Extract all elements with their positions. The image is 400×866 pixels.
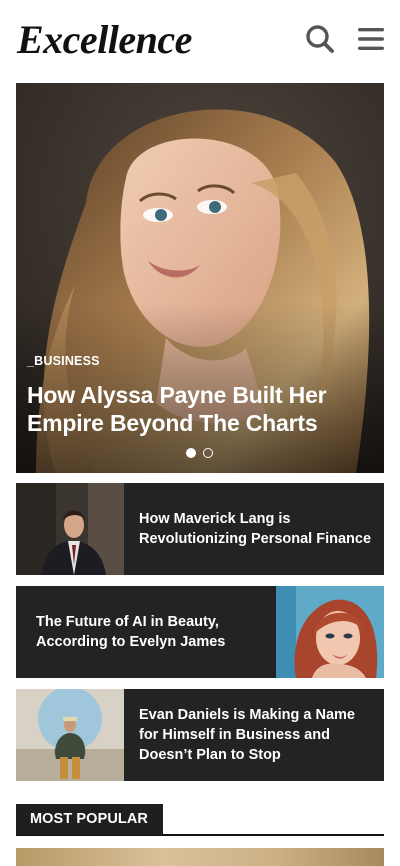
article-thumbnail-1: [16, 483, 124, 575]
article-title-3[interactable]: Evan Daniels is Making a Name for Himsel…: [139, 705, 369, 765]
most-popular-section-header: MOST POPULAR: [16, 804, 384, 836]
article-title-2[interactable]: The Future of AI in Beauty, According to…: [36, 612, 266, 652]
most-popular-label: MOST POPULAR: [16, 804, 163, 835]
hamburger-menu-icon: [358, 28, 384, 50]
article-thumbnail-3: [16, 689, 124, 781]
popular-article-image-peek[interactable]: [16, 848, 384, 866]
search-button[interactable]: [303, 20, 337, 58]
article-thumbnail-2: [276, 586, 384, 678]
carousel-dot-2[interactable]: [203, 448, 213, 458]
article-card-1[interactable]: How Maverick Lang is Revolutionizing Per…: [16, 483, 384, 575]
hero-category[interactable]: _BUSINESS: [27, 354, 100, 368]
menu-button[interactable]: [354, 20, 388, 58]
article-title-1[interactable]: How Maverick Lang is Revolutionizing Per…: [139, 509, 377, 549]
carousel-pagination: [186, 448, 213, 458]
hero-carousel[interactable]: _BUSINESS How Alyssa Payne Built Her Emp…: [16, 83, 384, 473]
article-card-2[interactable]: The Future of AI in Beauty, According to…: [16, 586, 384, 678]
hero-title[interactable]: How Alyssa Payne Built Her Empire Beyond…: [27, 381, 367, 437]
search-icon: [306, 25, 334, 53]
carousel-dot-1[interactable]: [186, 448, 196, 458]
site-header: Excellence: [0, 0, 400, 82]
site-logo[interactable]: Excellence: [17, 14, 192, 66]
article-card-3[interactable]: Evan Daniels is Making a Name for Himsel…: [16, 689, 384, 781]
